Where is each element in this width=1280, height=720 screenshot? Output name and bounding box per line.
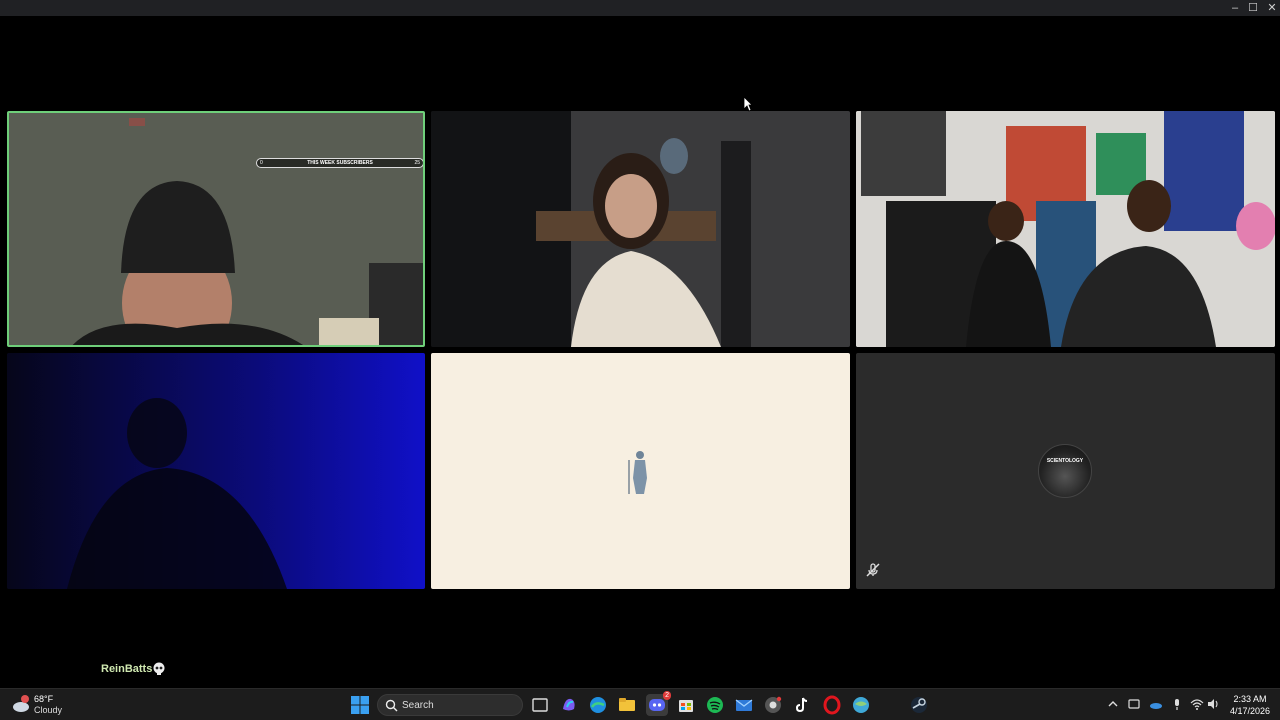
chrome-icon[interactable] <box>763 695 783 715</box>
microphone-icon[interactable] <box>1170 697 1184 711</box>
skull-emoji-icon <box>153 662 165 675</box>
participant-video-1 <box>9 113 423 345</box>
taskbar-search-box[interactable]: Search <box>377 694 523 716</box>
avatar-text: SCIENTOLOGY <box>1046 458 1084 464</box>
maximize-button[interactable]: ☐ <box>1243 0 1263 16</box>
taskbar-clock-time[interactable]: 2:33 AM <box>1228 694 1272 704</box>
close-button[interactable]: ✕ <box>1262 0 1280 16</box>
opera-icon[interactable] <box>822 695 842 715</box>
video-tile-3[interactable] <box>856 111 1275 347</box>
weather-description[interactable]: Cloudy <box>34 705 62 715</box>
show-hidden-icons-chevron-icon[interactable] <box>1106 697 1120 711</box>
task-view-icon[interactable] <box>530 695 550 715</box>
edge-browser-icon[interactable] <box>588 695 608 715</box>
spotify-icon[interactable] <box>705 695 725 715</box>
file-explorer-icon[interactable] <box>617 695 637 715</box>
sync-icon[interactable] <box>1127 697 1141 711</box>
copilot-icon[interactable] <box>559 695 579 715</box>
participant-video-2 <box>431 111 850 347</box>
microsoft-store-icon[interactable] <box>676 695 696 715</box>
taskbar: 68°F Cloudy Search 2 2:33 AM 4/17/2026 <box>0 688 1280 720</box>
video-tile-2[interactable] <box>431 111 850 347</box>
participant-video-4 <box>7 353 425 589</box>
wifi-icon[interactable] <box>1190 697 1204 711</box>
video-tile-5[interactable] <box>431 353 850 589</box>
current-user-name[interactable]: ReinBatts <box>101 663 152 675</box>
microphone-muted-icon <box>866 563 880 577</box>
video-tile-1[interactable]: 0 THIS WEEK SUBSCRIBERS 25 <box>7 111 425 347</box>
subscriber-goal-bar: 0 THIS WEEK SUBSCRIBERS 25 <box>256 158 423 168</box>
mail-icon[interactable] <box>734 695 754 715</box>
subscriber-goal-label: THIS WEEK SUBSCRIBERS <box>307 160 373 166</box>
discord-notification-badge: 2 <box>663 691 671 700</box>
title-bar: – ☐ ✕ <box>0 0 1280 16</box>
subscriber-goal-end: 25 <box>414 160 420 166</box>
weather-cloud-icon[interactable] <box>11 694 31 714</box>
minimize-button[interactable]: – <box>1225 0 1245 16</box>
browser-icon[interactable] <box>851 695 871 715</box>
video-tile-6[interactable]: SCIENTOLOGY <box>856 353 1275 589</box>
search-placeholder: Search <box>402 700 434 711</box>
weather-temperature[interactable]: 68°F <box>34 694 53 704</box>
participant-video-3 <box>856 111 1275 347</box>
participant-avatar: SCIENTOLOGY <box>1038 444 1092 498</box>
mouse-cursor-icon <box>743 96 753 112</box>
video-tile-4[interactable] <box>7 353 425 589</box>
app-window: – ☐ ✕ 0 THIS WEEK SUBSCRIBERS 25 SCIENTO… <box>0 0 1280 720</box>
statue-avatar-icon <box>628 451 647 494</box>
tiktok-icon[interactable] <box>792 695 812 715</box>
windows-start-button[interactable] <box>351 696 369 714</box>
volume-icon[interactable] <box>1206 697 1220 711</box>
discord-app-active[interactable]: 2 <box>646 691 671 716</box>
taskbar-clock-date[interactable]: 4/17/2026 <box>1224 706 1276 716</box>
steam-icon[interactable] <box>909 695 929 715</box>
onedrive-icon[interactable] <box>1149 697 1163 711</box>
search-icon <box>385 699 398 712</box>
